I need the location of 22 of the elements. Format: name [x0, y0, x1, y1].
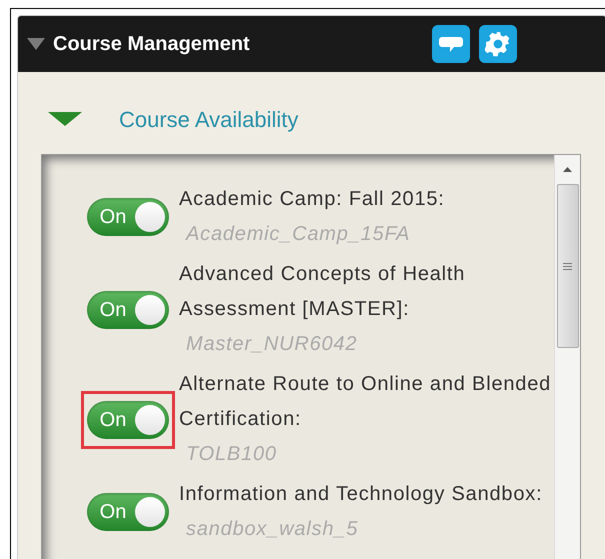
toggle-switch[interactable]: On [87, 198, 169, 236]
settings-icon[interactable] [479, 25, 517, 63]
expand-triangle-icon[interactable] [48, 112, 82, 126]
speech-bubble-icon[interactable] [432, 25, 470, 63]
course-title: Information and Technology Sandbox: [179, 482, 544, 507]
course-code: Academic_Camp_15FA [184, 222, 412, 247]
course-title: Advanced Concepts of Health Assessment [MASTER]: [179, 262, 466, 322]
course-title: Alternate Route to Online and Blended Certification: [179, 372, 552, 432]
scrollbar[interactable] [554, 155, 580, 559]
course-code: TOLB100 [185, 442, 278, 467]
scroll-up-icon[interactable] [563, 167, 572, 172]
section-title[interactable]: Course Availability [119, 102, 298, 136]
course-code: Master_NUR6042 [185, 332, 358, 357]
course-code: sandbox_walsh_5 [185, 517, 360, 542]
toggle-switch[interactable]: On [87, 493, 169, 531]
collapse-triangle-icon[interactable] [27, 38, 45, 50]
course-title: Academic Camp: Fall 2015: [179, 187, 446, 212]
grip-icon [563, 262, 572, 270]
toggle-switch[interactable]: On [87, 290, 169, 328]
scrollbar-thumb[interactable] [556, 184, 578, 348]
panel-title: Course Management [53, 32, 250, 57]
toggle-switch[interactable]: On [87, 400, 169, 438]
